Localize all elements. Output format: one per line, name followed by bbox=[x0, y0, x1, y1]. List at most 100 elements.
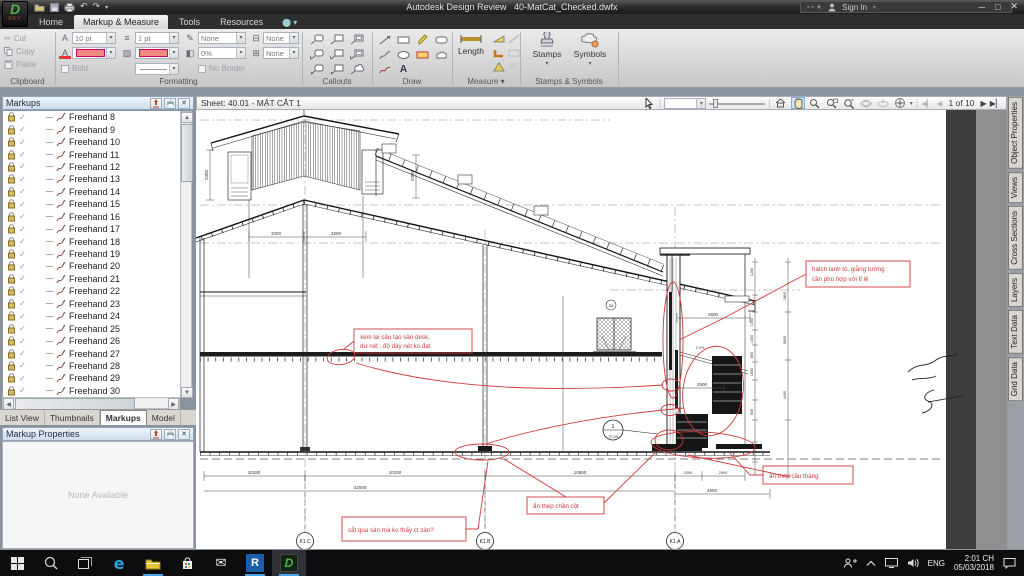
zoom-slider[interactable] bbox=[709, 98, 765, 108]
markup-list-item[interactable]: ✓ Freehand 28 bbox=[3, 360, 180, 372]
mail-button[interactable]: ✉ bbox=[204, 550, 238, 576]
connector-end-combo[interactable]: None▾ bbox=[263, 47, 299, 59]
visible-check-icon[interactable]: ✓ bbox=[19, 237, 29, 246]
visible-check-icon[interactable]: ✓ bbox=[19, 125, 29, 134]
visible-check-icon[interactable]: ✓ bbox=[19, 299, 29, 308]
open-icon[interactable] bbox=[34, 3, 45, 12]
visible-check-icon[interactable]: ✓ bbox=[19, 262, 29, 271]
draw-rectangle-icon[interactable] bbox=[395, 32, 412, 47]
markup-list-item[interactable]: ✓ Freehand 18 bbox=[3, 235, 180, 247]
markup-list-item[interactable]: ✓ Freehand 14 bbox=[3, 186, 180, 198]
fill-color-combo[interactable]: ▾ bbox=[135, 47, 179, 59]
vertical-scroll-thumb[interactable] bbox=[181, 124, 193, 182]
markup-list-item[interactable]: ✓ Freehand 13 bbox=[3, 173, 180, 185]
markup-list-item[interactable]: ✓ Freehand 25 bbox=[3, 322, 180, 334]
minimize-button[interactable]: ─ bbox=[979, 2, 985, 12]
tab-resources[interactable]: Resources bbox=[211, 15, 272, 29]
visible-check-icon[interactable]: ✓ bbox=[19, 386, 29, 395]
visible-check-icon[interactable]: ✓ bbox=[19, 162, 29, 171]
zoom-level-combo[interactable]: ▾ bbox=[664, 98, 706, 109]
markup-list-item[interactable]: ✓ Freehand 9 bbox=[3, 123, 180, 135]
revit-button[interactable]: R bbox=[238, 550, 272, 576]
tab-thumbnails[interactable]: Thumbnails bbox=[45, 411, 100, 425]
visible-check-icon[interactable]: ✓ bbox=[19, 349, 29, 358]
clock[interactable]: 2:01 CH05/03/2018 bbox=[954, 554, 994, 572]
visible-check-icon[interactable]: ✓ bbox=[19, 200, 29, 209]
zoom-window-icon[interactable] bbox=[825, 97, 839, 109]
edge-button[interactable]: e bbox=[102, 550, 136, 576]
side-tab[interactable]: Text Data bbox=[1008, 310, 1023, 354]
callout-box-icon[interactable] bbox=[328, 32, 345, 47]
callout-bubble-icon[interactable] bbox=[308, 32, 325, 47]
connector-start-combo[interactable]: None▾ bbox=[263, 32, 299, 44]
redo-icon[interactable]: ↷ bbox=[93, 2, 101, 12]
visible-check-icon[interactable]: ✓ bbox=[19, 212, 29, 221]
action-center-icon[interactable] bbox=[1003, 557, 1016, 569]
draw-polyline-icon[interactable] bbox=[376, 47, 393, 62]
side-tab[interactable]: Grid Data bbox=[1008, 357, 1023, 401]
markup-list-item[interactable]: ✓ Freehand 10 bbox=[3, 136, 180, 148]
callout-bubble-line-icon[interactable] bbox=[308, 47, 325, 62]
properties-print-icon[interactable] bbox=[164, 429, 176, 440]
side-tab[interactable]: Object Properties bbox=[1008, 97, 1023, 169]
side-tab[interactable]: Cross Sections bbox=[1008, 206, 1023, 270]
markup-list-item[interactable]: ✓ Freehand 22 bbox=[3, 285, 180, 297]
markup-list-item[interactable]: ✓ Freehand 8 bbox=[3, 111, 180, 123]
app-menu-button[interactable]: D REV bbox=[2, 1, 28, 27]
tab-model[interactable]: Model bbox=[147, 411, 181, 425]
markup-list-item[interactable]: ✓ Freehand 11 bbox=[3, 148, 180, 160]
markup-list-item[interactable]: ✓ Freehand 20 bbox=[3, 260, 180, 272]
dash-style-combo[interactable]: ▾ bbox=[135, 63, 179, 75]
visible-check-icon[interactable]: ✓ bbox=[19, 374, 29, 383]
properties-status-icon[interactable] bbox=[150, 429, 162, 440]
markup-list-item[interactable]: ✓ Freehand 16 bbox=[3, 211, 180, 223]
draw-pencil-icon[interactable] bbox=[414, 32, 431, 47]
draw-freeform-cloud-icon[interactable] bbox=[433, 47, 450, 62]
close-markups-panel-icon[interactable]: ✕ bbox=[178, 98, 190, 109]
no-border-checkbox[interactable]: No Border bbox=[198, 64, 245, 73]
orbit-icon[interactable] bbox=[859, 97, 873, 109]
scroll-up-icon[interactable]: ▲ bbox=[181, 112, 193, 123]
font-color-combo[interactable]: ▾ bbox=[72, 47, 116, 59]
zoom-selection-icon[interactable] bbox=[842, 97, 856, 109]
hidden-icons-chevron[interactable] bbox=[866, 560, 876, 567]
markup-list-item[interactable]: ✓ Freehand 17 bbox=[3, 223, 180, 235]
markup-list-item[interactable]: ✓ Freehand 24 bbox=[3, 310, 180, 322]
markup-list-item[interactable]: ✓ Freehand 19 bbox=[3, 248, 180, 260]
save-icon[interactable] bbox=[50, 3, 59, 12]
markup-status-icon[interactable] bbox=[150, 98, 162, 109]
markup-list-item[interactable]: ✓ Freehand 15 bbox=[3, 198, 180, 210]
print-icon[interactable] bbox=[64, 3, 75, 12]
start-button[interactable] bbox=[0, 550, 34, 576]
sign-in-button[interactable]: Sign In bbox=[842, 3, 867, 12]
visible-check-icon[interactable]: ✓ bbox=[19, 250, 29, 259]
task-view-button[interactable] bbox=[68, 550, 102, 576]
tab-home[interactable]: Home bbox=[30, 15, 72, 29]
visible-check-icon[interactable]: ✓ bbox=[19, 187, 29, 196]
markup-list-item[interactable]: ✓ Freehand 30 bbox=[3, 385, 180, 397]
maximize-button[interactable]: □ bbox=[995, 2, 1000, 12]
callout-box-line-icon[interactable] bbox=[328, 47, 345, 62]
infocenter-icons[interactable]: ▪ ▪ ★ bbox=[807, 3, 822, 11]
visible-check-icon[interactable]: ✓ bbox=[19, 138, 29, 147]
callout-arrow-icon[interactable] bbox=[308, 62, 325, 77]
select-cursor-icon[interactable] bbox=[642, 97, 656, 109]
length-tool-button[interactable]: Length bbox=[454, 33, 488, 56]
file-explorer-button[interactable] bbox=[136, 550, 170, 576]
tab-markups[interactable]: Markups bbox=[100, 410, 147, 425]
pan-tool-icon[interactable] bbox=[791, 97, 805, 109]
visible-check-icon[interactable]: ✓ bbox=[19, 324, 29, 333]
markups-horizontal-scrollbar[interactable]: ◀ ▶ bbox=[2, 397, 180, 409]
callout-cloud-icon[interactable] bbox=[348, 62, 365, 77]
network-icon[interactable] bbox=[885, 558, 898, 568]
first-page-icon[interactable]: ◀▏ bbox=[921, 99, 933, 108]
print-markups-icon[interactable] bbox=[164, 98, 176, 109]
undo-icon[interactable]: ↶ bbox=[80, 2, 88, 12]
visible-check-icon[interactable]: ✓ bbox=[19, 175, 29, 184]
people-icon[interactable] bbox=[843, 558, 857, 568]
draw-line-icon[interactable] bbox=[376, 32, 393, 47]
signin-dropdown-icon[interactable]: ▾ bbox=[873, 4, 876, 11]
draw-revision-cloud-icon[interactable] bbox=[414, 47, 431, 62]
markup-list-item[interactable]: ✓ Freehand 29 bbox=[3, 372, 180, 384]
draw-rounded-rect-icon[interactable] bbox=[433, 32, 450, 47]
